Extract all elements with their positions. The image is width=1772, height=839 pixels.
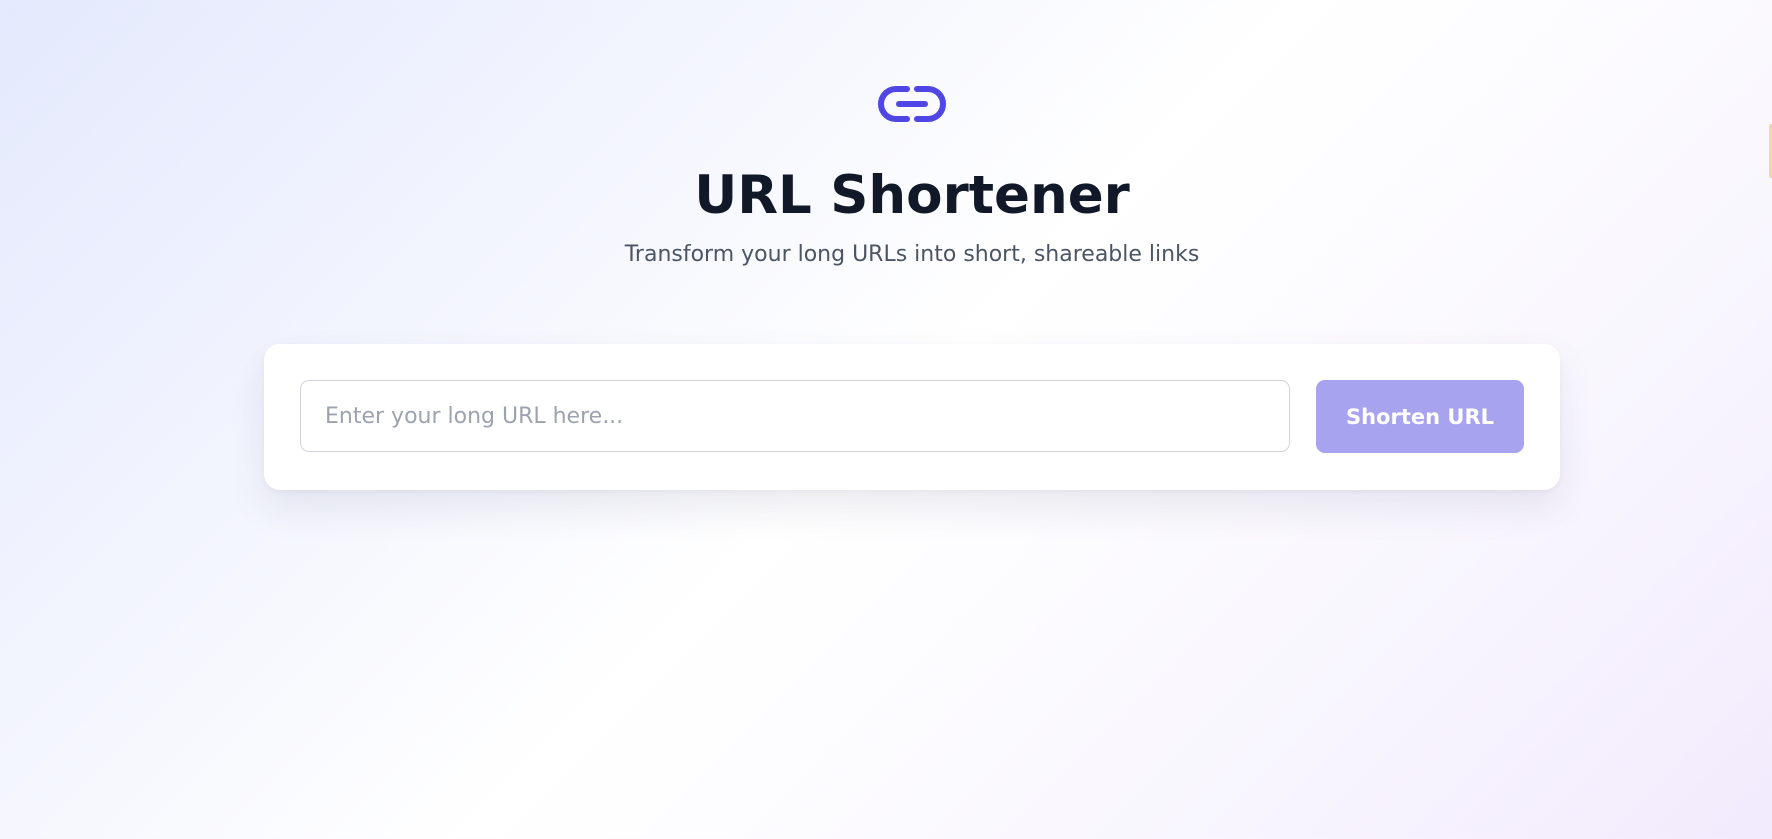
link-icon — [877, 82, 947, 126]
shorten-form-card: Shorten URL — [264, 344, 1560, 490]
page-subtitle: Transform your long URLs into short, sha… — [624, 242, 1200, 267]
url-input[interactable] — [300, 380, 1290, 452]
page-title: URL Shortener — [694, 165, 1130, 226]
shorten-url-button[interactable]: Shorten URL — [1316, 380, 1524, 453]
